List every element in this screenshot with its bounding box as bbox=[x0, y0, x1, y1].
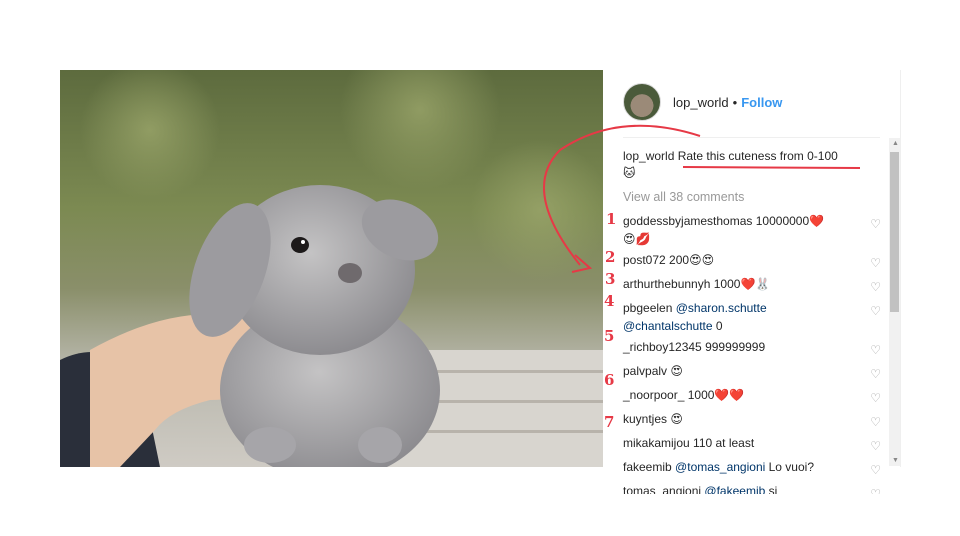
comment-text: 😍 bbox=[670, 412, 683, 426]
comment-username[interactable]: _noorpoor_ bbox=[623, 388, 684, 402]
caption-emoji: 🐱 bbox=[623, 166, 636, 180]
like-heart-icon[interactable]: ♡ bbox=[870, 302, 881, 320]
comment-username[interactable]: kuyntjes bbox=[623, 412, 667, 426]
post-header: lop_world • Follow bbox=[623, 83, 782, 121]
comments-list: lop_world Rate this cuteness from 0-100 … bbox=[623, 148, 881, 497]
caption-text: Rate this cuteness from 0-100 bbox=[677, 149, 838, 163]
comment-row: goddessbyjamesthomas 10000000❤️ 😍💋 ♡ bbox=[623, 212, 881, 248]
comment-mention[interactable]: @sharon.schutte bbox=[676, 301, 767, 315]
like-heart-icon[interactable]: ♡ bbox=[870, 365, 881, 383]
like-heart-icon[interactable]: ♡ bbox=[870, 215, 881, 233]
like-heart-icon[interactable]: ♡ bbox=[870, 254, 881, 272]
comment-text: 110 at least bbox=[693, 436, 755, 450]
comment-row: tomas_angioni @fakeemib si ♡ bbox=[623, 482, 881, 494]
comment-username[interactable]: tomas_angioni bbox=[623, 484, 701, 494]
comment-username[interactable]: fakeemib bbox=[623, 460, 672, 474]
comment-row: arthurthebunnyh 1000❤️🐰 ♡ bbox=[623, 275, 881, 296]
like-heart-icon[interactable]: ♡ bbox=[870, 485, 881, 494]
comment-row: post072 200😍😍 ♡ bbox=[623, 251, 881, 272]
scroll-up-icon[interactable]: ▲ bbox=[892, 140, 899, 147]
comment-row: palvpalv 😍 ♡ bbox=[623, 362, 881, 383]
comment-username[interactable]: arthurthebunnyh bbox=[623, 277, 710, 291]
annotation-number: 7 bbox=[604, 413, 615, 431]
comment-text: 1000❤️🐰 bbox=[713, 277, 771, 291]
avatar[interactable] bbox=[623, 83, 661, 121]
comment-username[interactable]: mikakamijou bbox=[623, 436, 690, 450]
annotation-number: 3 bbox=[605, 270, 616, 288]
like-heart-icon[interactable]: ♡ bbox=[870, 437, 881, 455]
comments-panel: lop_world • Follow lop_world Rate this c… bbox=[603, 70, 901, 494]
annotation-number: 5 bbox=[604, 327, 615, 345]
comment-username[interactable]: goddessbyjamesthomas bbox=[623, 214, 752, 228]
comment-username[interactable]: post072 bbox=[623, 253, 666, 267]
follow-button[interactable]: Follow bbox=[741, 95, 782, 110]
comment-text: 10000000❤️ bbox=[755, 214, 825, 228]
comment-row: kuyntjes 😍 ♡ bbox=[623, 410, 881, 431]
comment-text: 200😍😍 bbox=[669, 253, 715, 267]
comment-username[interactable]: pbgeelen bbox=[623, 301, 672, 315]
comment-text: 1000❤️❤️ bbox=[687, 388, 745, 402]
header-divider bbox=[623, 137, 880, 138]
annotation-number: 6 bbox=[604, 371, 615, 389]
like-heart-icon[interactable]: ♡ bbox=[870, 278, 881, 296]
comment-row: mikakamijou 110 at least ♡ bbox=[623, 434, 881, 455]
annotation-number: 4 bbox=[604, 292, 615, 310]
annotation-number: 2 bbox=[605, 248, 616, 266]
comment-text: Lo vuoi? bbox=[768, 460, 814, 474]
post-username[interactable]: lop_world bbox=[673, 95, 729, 110]
scrollbar-thumb[interactable] bbox=[890, 152, 899, 312]
separator-dot: • bbox=[732, 94, 738, 110]
view-all-comments-link[interactable]: View all 38 comments bbox=[623, 188, 881, 206]
comment-text: 😍 bbox=[670, 364, 683, 378]
like-heart-icon[interactable]: ♡ bbox=[870, 461, 881, 479]
scroll-down-icon[interactable]: ▼ bbox=[892, 457, 899, 464]
comment-row: fakeemib @tomas_angioni Lo vuoi? ♡ bbox=[623, 458, 881, 479]
like-heart-icon[interactable]: ♡ bbox=[870, 389, 881, 407]
post-photo[interactable] bbox=[60, 70, 603, 467]
like-heart-icon[interactable]: ♡ bbox=[870, 341, 881, 359]
comment-row: pbgeelen @sharon.schutte @chantalschutte … bbox=[623, 299, 881, 335]
comment-text: si bbox=[768, 484, 778, 494]
comment-mention[interactable]: @chantalschutte bbox=[623, 319, 713, 333]
comment-text: 0 bbox=[715, 319, 723, 333]
caption-username[interactable]: lop_world bbox=[623, 149, 674, 163]
comment-row: _richboy12345 999999999 ♡ bbox=[623, 338, 881, 359]
caption: lop_world Rate this cuteness from 0-100 … bbox=[623, 148, 881, 182]
comment-mention[interactable]: @fakeemib bbox=[704, 484, 765, 494]
comment-mention[interactable]: @tomas_angioni bbox=[675, 460, 765, 474]
bunny-photo-illustration bbox=[60, 70, 603, 467]
comments-scrollbar[interactable]: ▲ ▼ bbox=[889, 138, 900, 466]
comment-text-line2: 😍💋 bbox=[623, 232, 651, 246]
like-heart-icon[interactable]: ♡ bbox=[870, 413, 881, 431]
annotation-number: 1 bbox=[606, 210, 617, 228]
comment-text: 999999999 bbox=[705, 340, 766, 354]
comment-username[interactable]: _richboy12345 bbox=[623, 340, 702, 354]
comment-row: _noorpoor_ 1000❤️❤️ ♡ bbox=[623, 386, 881, 407]
comment-username[interactable]: palvpalv bbox=[623, 364, 667, 378]
